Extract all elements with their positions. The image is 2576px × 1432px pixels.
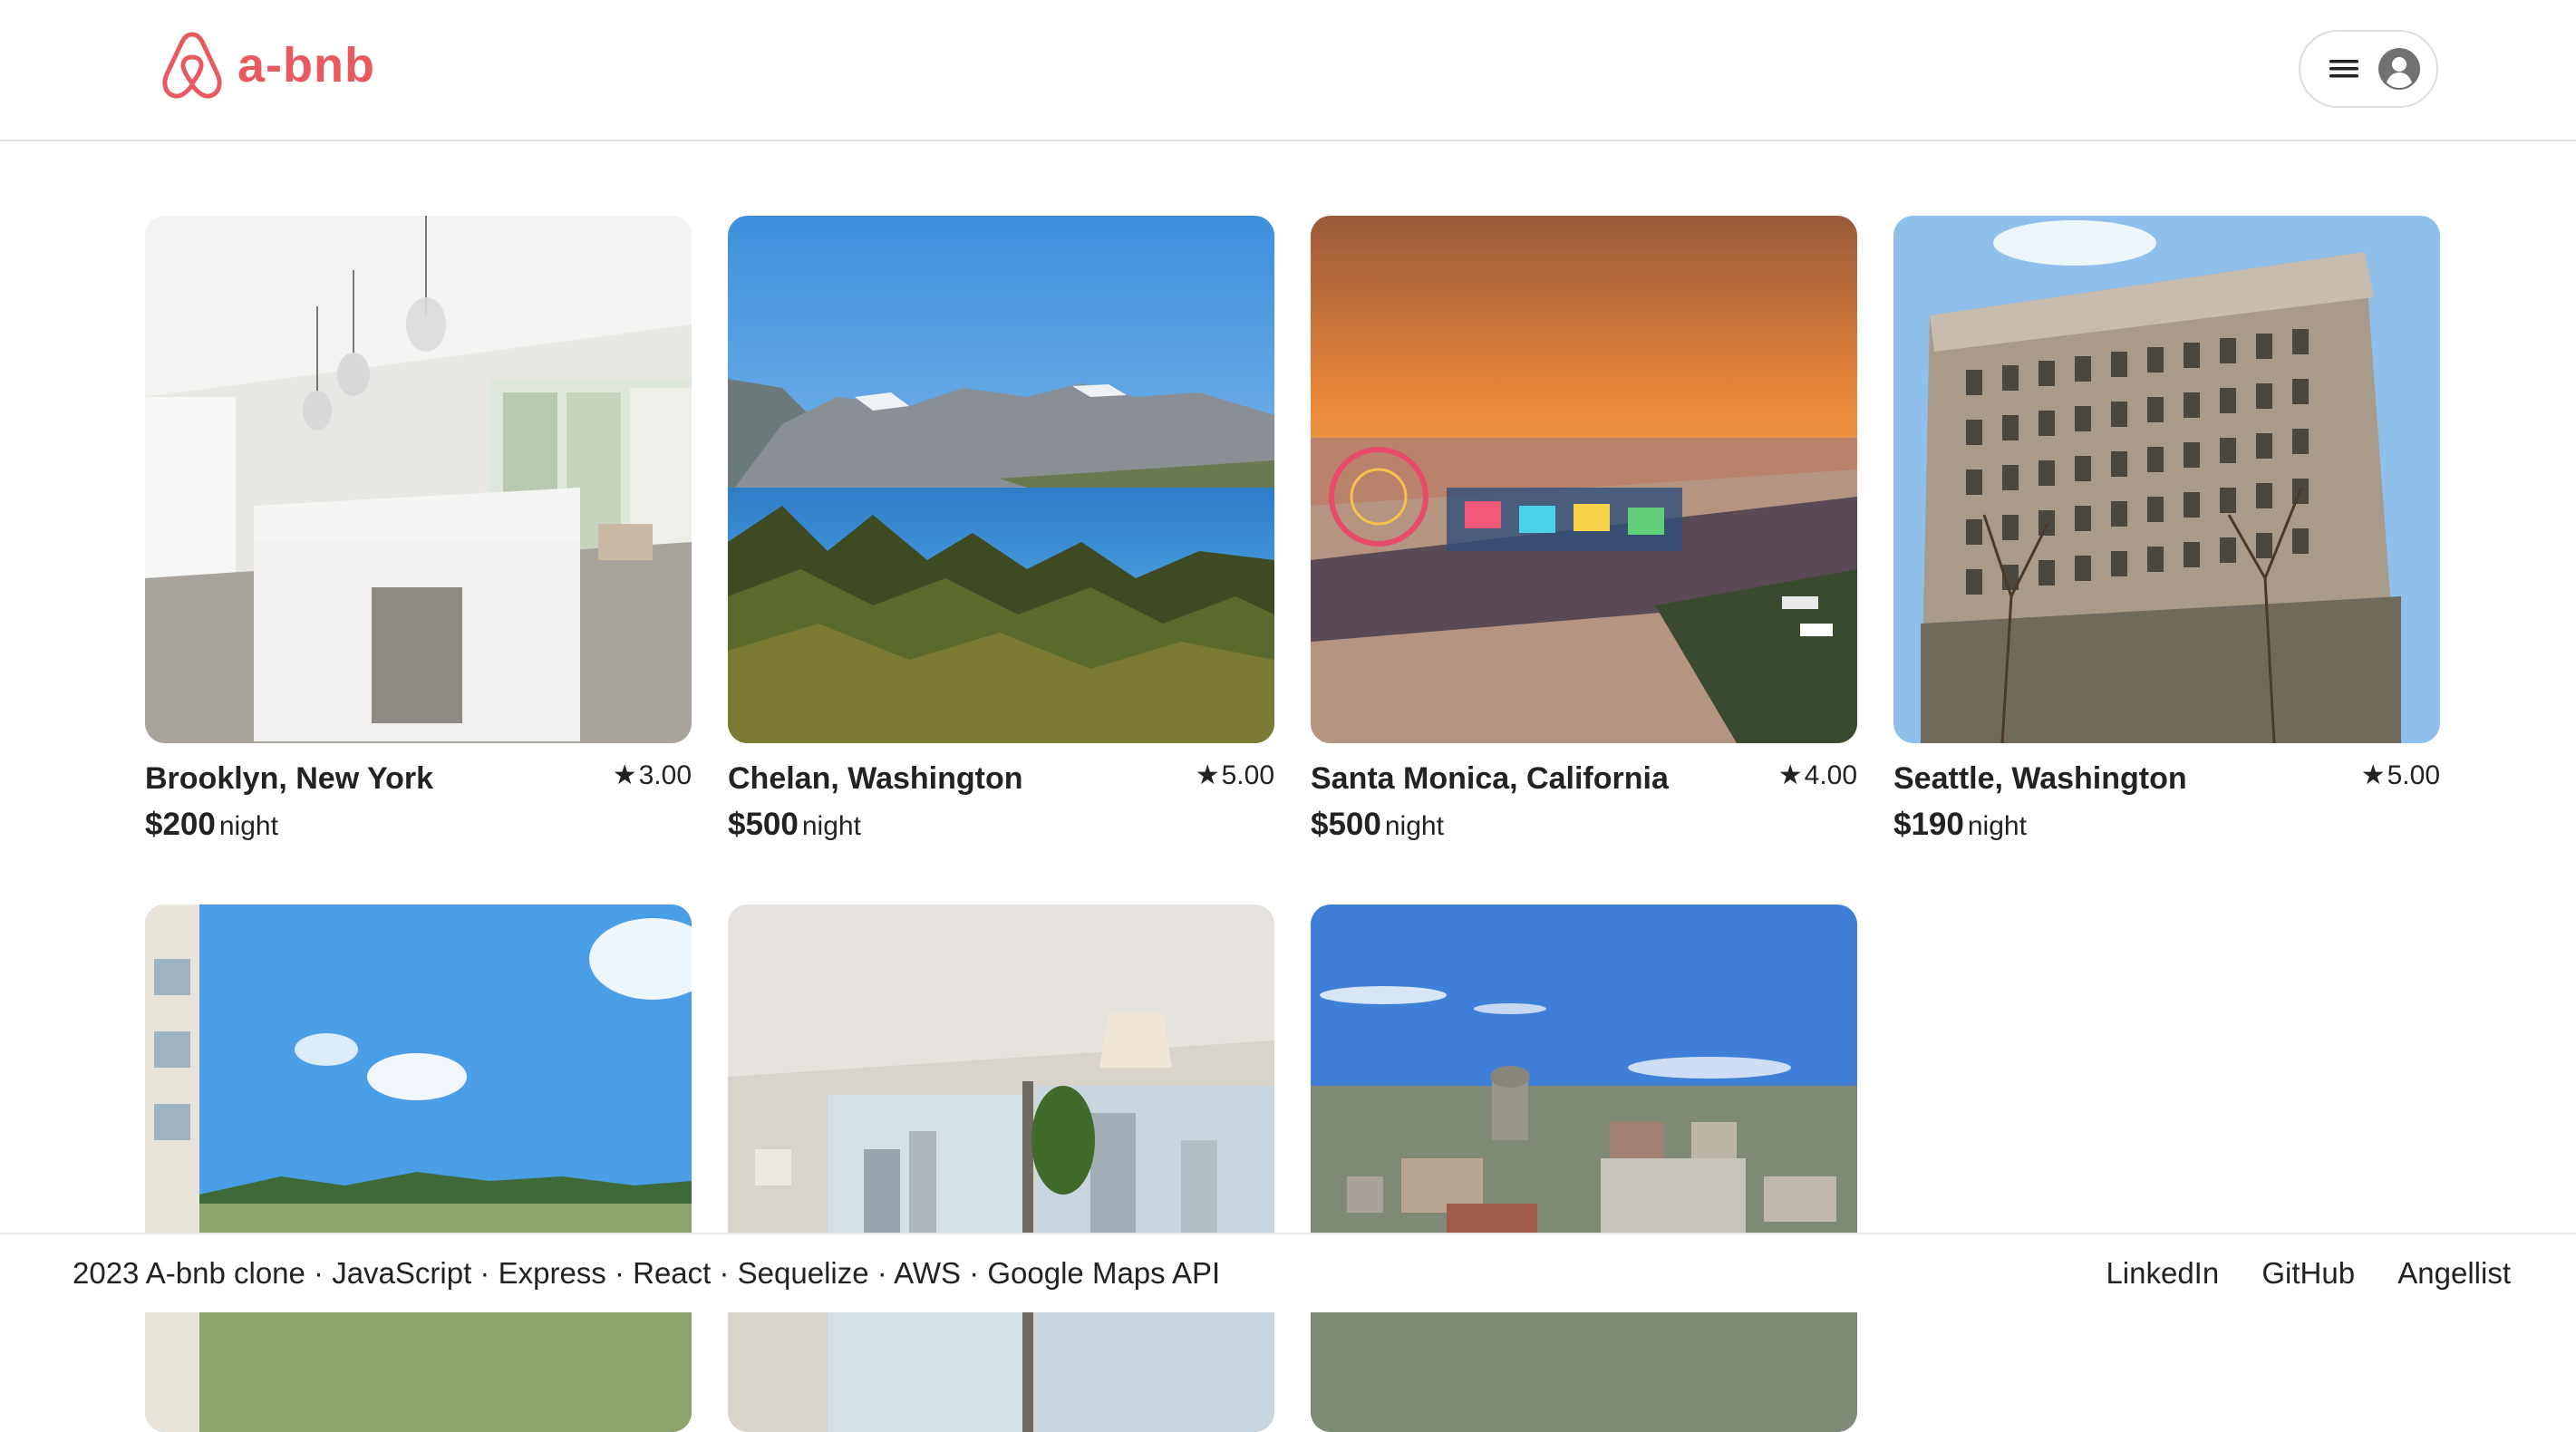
listing-card[interactable]	[728, 905, 1274, 1432]
price-unit: night	[1384, 811, 1444, 841]
listing-photo-city[interactable]	[1311, 905, 1857, 1432]
listing-rating: ★4.00	[1777, 760, 1857, 790]
listing-price: $200	[145, 807, 216, 842]
listing-card[interactable]	[1311, 905, 1857, 1432]
linkedin-link[interactable]: LinkedIn	[2106, 1256, 2219, 1290]
listing-card[interactable]: Santa Monica, California ★4.00 $500 night	[1311, 216, 1857, 852]
listing-photo-pier[interactable]	[1311, 216, 1857, 743]
star-icon: ★	[1195, 760, 1220, 790]
listing-price: $500	[1311, 807, 1381, 842]
site-footer: 2023 A-bnb clone · JavaScript · Express …	[0, 1233, 2576, 1312]
user-menu-button[interactable]	[2299, 30, 2438, 108]
listing-card[interactable]	[145, 905, 692, 1432]
listing-card[interactable]: Chelan, Washington ★5.00 $500 night	[728, 216, 1274, 852]
listing-photo-lake[interactable]	[728, 216, 1274, 743]
hamburger-icon	[2329, 60, 2358, 78]
airbnb-logo-icon	[162, 32, 222, 99]
price-unit: night	[1967, 811, 2027, 841]
brand-name: a-bnb	[237, 38, 375, 92]
listing-rating: ★5.00	[1195, 760, 1274, 790]
star-icon: ★	[2360, 760, 2386, 790]
listing-photo-apartment[interactable]	[728, 905, 1274, 1432]
footer-credits: 2023 A-bnb clone · JavaScript · Express …	[73, 1256, 1221, 1290]
listing-price: $500	[728, 807, 799, 842]
listing-location: Santa Monica, California	[1311, 761, 1669, 796]
listing-photo-sky-trees[interactable]	[145, 905, 692, 1432]
listing-card[interactable]: Brooklyn, New York ★3.00 $200 night	[145, 216, 692, 852]
angellist-link[interactable]: Angellist	[2397, 1256, 2511, 1290]
star-icon: ★	[612, 760, 637, 790]
listing-location: Seattle, Washington	[1893, 761, 2187, 796]
listing-rating: ★3.00	[612, 760, 692, 790]
listing-photo-kitchen[interactable]	[145, 216, 692, 743]
home-logo-link[interactable]: a-bnb	[160, 29, 375, 102]
listing-location: Brooklyn, New York	[145, 761, 434, 796]
listing-photo-building[interactable]	[1893, 216, 2440, 743]
top-navbar: a-bnb	[0, 0, 2576, 141]
user-avatar-icon	[2378, 48, 2420, 90]
star-icon: ★	[1777, 760, 1803, 790]
price-unit: night	[218, 811, 278, 841]
github-link[interactable]: GitHub	[2261, 1256, 2355, 1290]
listing-location: Chelan, Washington	[728, 761, 1023, 796]
listing-price: $190	[1893, 807, 1964, 842]
listing-card[interactable]: Seattle, Washington ★5.00 $190 night	[1893, 216, 2440, 852]
footer-links: LinkedIn GitHub Angellist	[2071, 1256, 2511, 1291]
listing-rating: ★5.00	[2360, 760, 2440, 790]
price-unit: night	[801, 811, 861, 841]
